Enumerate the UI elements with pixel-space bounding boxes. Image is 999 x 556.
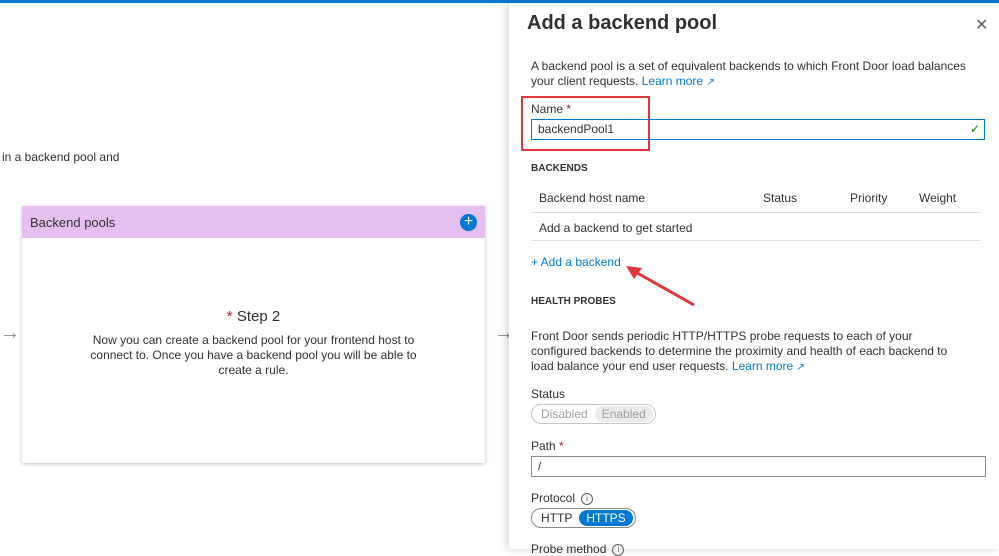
path-label: Path * xyxy=(531,439,564,453)
col-status: Status xyxy=(763,191,798,205)
name-label: Name * xyxy=(531,102,572,116)
description-text: A backend pool is a set of equivalent ba… xyxy=(531,59,966,88)
left-flow-arrow-icon: → xyxy=(0,322,20,344)
status-toggle[interactable]: Disabled Enabled xyxy=(531,404,656,424)
health-probes-description: Front Door sends periodic HTTP/HTTPS pro… xyxy=(531,329,948,373)
card-title: Backend pools xyxy=(30,214,116,230)
name-input[interactable]: backendPool1 ✓ xyxy=(531,119,985,140)
learn-more-link[interactable]: Learn more xyxy=(642,74,703,88)
valid-check-icon: ✓ xyxy=(969,122,980,136)
table-divider-bottom xyxy=(531,240,981,241)
health-probes-heading: HEALTH PROBES xyxy=(531,296,616,307)
backends-heading: BACKENDS xyxy=(531,163,588,174)
status-label: Status xyxy=(531,387,566,401)
status-enabled-option[interactable]: Enabled xyxy=(594,406,653,422)
info-icon[interactable]: i xyxy=(612,543,625,556)
status-disabled-option[interactable]: Disabled xyxy=(534,406,595,422)
protocol-http-option[interactable]: HTTP xyxy=(534,510,579,526)
step-description: Now you can create a backend pool for yo… xyxy=(90,333,417,377)
backend-pools-card: Backend pools + * Step 2 Now you can cre… xyxy=(22,206,485,463)
panel-title: Add a backend pool xyxy=(527,12,718,34)
external-link-icon: ↗ xyxy=(706,77,715,88)
health-learn-more-link[interactable]: Learn more xyxy=(732,359,793,373)
col-weight: Weight xyxy=(919,191,957,205)
info-icon[interactable]: i xyxy=(581,492,594,505)
path-input[interactable]: / xyxy=(531,456,986,477)
protocol-https-option[interactable]: HTTPS xyxy=(579,510,633,526)
add-pool-plus-icon[interactable]: + xyxy=(460,213,477,231)
probe-method-label: Probe method i xyxy=(531,542,625,556)
external-link-icon: ↗ xyxy=(796,362,805,373)
add-backend-pool-panel: Add a backend pool ✕ A backend pool is a… xyxy=(509,3,999,556)
background-text: in a backend pool and xyxy=(2,150,120,164)
col-host-name: Backend host name xyxy=(539,191,646,205)
table-divider xyxy=(531,212,981,213)
add-backend-link[interactable]: + Add a backend xyxy=(531,255,621,269)
card-header: Backend pools + xyxy=(22,206,485,238)
col-priority: Priority xyxy=(850,191,888,205)
panel-description: A backend pool is a set of equivalent ba… xyxy=(531,59,971,90)
protocol-toggle[interactable]: HTTP HTTPS xyxy=(531,508,636,528)
close-icon[interactable]: ✕ xyxy=(975,15,988,35)
step-required-marker: * xyxy=(226,308,233,325)
annotation-arrow-icon xyxy=(626,266,695,307)
step-heading: * Step 2 xyxy=(22,308,485,325)
protocol-label: Protocol i xyxy=(531,491,594,505)
name-value: backendPool1 xyxy=(538,122,615,136)
step-label: Step 2 xyxy=(236,308,281,325)
empty-backends-message: Add a backend to get started xyxy=(539,221,693,235)
